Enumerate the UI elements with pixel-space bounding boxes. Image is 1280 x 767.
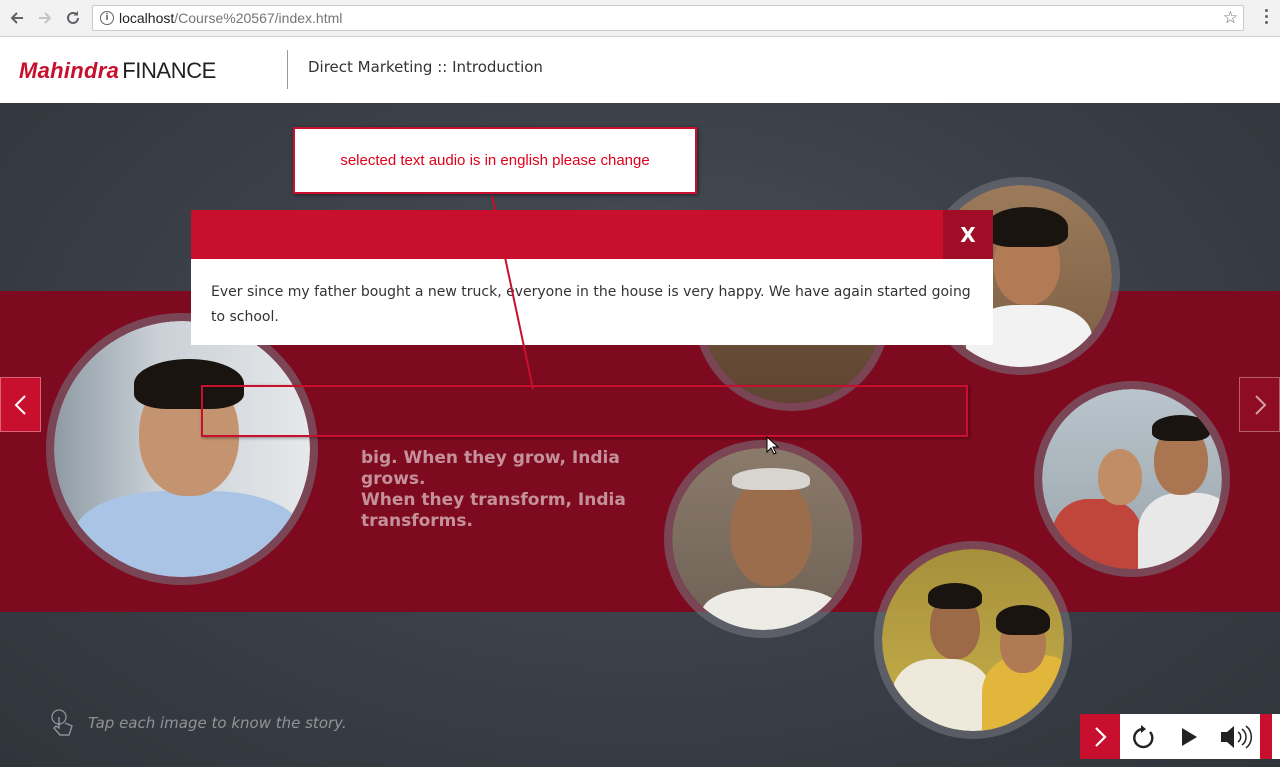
url-text: localhost/Course%20567/index.html bbox=[119, 10, 343, 26]
story-popup: X Ever since my father bought a new truc… bbox=[191, 210, 993, 345]
forward-arrow-icon bbox=[39, 12, 52, 24]
mahindra-finance-logo: Mahindra FINANCE bbox=[19, 58, 216, 88]
portrait-father-son[interactable] bbox=[1034, 381, 1230, 577]
logo-brand: Mahindra bbox=[19, 58, 120, 83]
next-button[interactable] bbox=[1080, 714, 1120, 759]
player-controls bbox=[1080, 714, 1280, 759]
annotation-comment: selected text audio is in english please… bbox=[293, 127, 697, 194]
next-slide-button[interactable] bbox=[1239, 377, 1280, 432]
reload-button[interactable] bbox=[61, 6, 85, 30]
tap-hint-text: Tap each image to know the story. bbox=[88, 714, 347, 732]
bookmark-star-icon[interactable]: ☆ bbox=[1223, 8, 1238, 28]
annotation-highlight-box bbox=[201, 385, 968, 437]
portrait-man[interactable] bbox=[46, 313, 318, 585]
story-text: Ever since my father bought a new truck,… bbox=[211, 284, 971, 325]
portrait-old-man[interactable] bbox=[664, 440, 862, 638]
tap-hand-icon bbox=[51, 709, 73, 736]
browser-menu-icon[interactable] bbox=[1265, 9, 1269, 27]
reload-icon bbox=[67, 11, 79, 24]
logo-sub: FINANCE bbox=[122, 58, 216, 83]
header-divider bbox=[287, 50, 288, 89]
course-title: Direct Marketing :: Introduction bbox=[308, 58, 543, 76]
chevron-right-icon bbox=[1254, 394, 1266, 415]
play-icon bbox=[1182, 727, 1197, 746]
previous-slide-button[interactable] bbox=[0, 377, 41, 432]
browser-toolbar: i localhost/Course%20567/index.html ☆ bbox=[0, 0, 1280, 37]
band-text-line: big. When they grow, India grows. bbox=[361, 448, 620, 489]
course-header: Mahindra FINANCE Direct Marketing :: Int… bbox=[0, 37, 1280, 103]
next-icon bbox=[1095, 726, 1107, 747]
band-text: big. When they grow, India grows. When t… bbox=[361, 448, 661, 532]
back-button[interactable] bbox=[5, 6, 29, 30]
volume-icon bbox=[1221, 724, 1253, 749]
forward-button[interactable] bbox=[33, 6, 57, 30]
chevron-left-icon bbox=[14, 394, 26, 415]
back-arrow-icon bbox=[10, 12, 23, 24]
band-text-line: transforms. bbox=[361, 511, 473, 531]
tap-hint: Tap each image to know the story. bbox=[48, 708, 347, 738]
replay-icon bbox=[1133, 724, 1154, 748]
address-bar[interactable]: i localhost/Course%20567/index.html ☆ bbox=[92, 5, 1244, 31]
mouse-cursor-icon bbox=[766, 436, 780, 455]
controls-edge bbox=[1260, 714, 1272, 759]
popup-header bbox=[191, 210, 993, 259]
site-info-icon[interactable]: i bbox=[100, 11, 114, 25]
volume-button[interactable] bbox=[1212, 714, 1260, 759]
play-button[interactable] bbox=[1166, 714, 1212, 759]
portrait-couple[interactable] bbox=[874, 541, 1072, 739]
popup-close-button[interactable]: X bbox=[943, 210, 993, 259]
band-text-line: When they transform, India bbox=[361, 490, 626, 510]
replay-button[interactable] bbox=[1120, 714, 1166, 759]
